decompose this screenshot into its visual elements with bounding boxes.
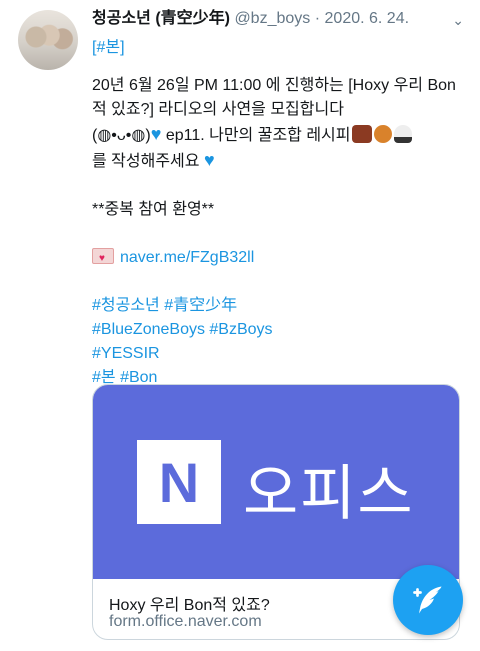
bento-emoji-icon — [351, 125, 372, 143]
tweet-date[interactable]: 2020. 6. 24. — [325, 10, 410, 27]
naver-link[interactable]: naver.me/FZgB32ll — [120, 249, 254, 266]
heart-icon: ♥ — [150, 124, 162, 144]
tweet-body: 20년 6월 26일 PM 11:00 에 진행하는 [Hoxy 우리 Bon적… — [92, 74, 462, 390]
tag-line-text[interactable]: [#본] — [92, 39, 125, 56]
body-line-3: 를 작성해주세요 ♥ — [92, 148, 462, 174]
body-line-1: 20년 6월 26일 PM 11:00 에 진행하는 [Hoxy 우리 Bon적… — [92, 77, 456, 118]
egg-emoji-icon — [373, 125, 392, 143]
compose-feather-icon — [413, 586, 442, 614]
author-handle[interactable]: @bz_boys — [234, 10, 310, 27]
hashtag-line-2[interactable]: #BlueZoneBoys #BzBoys — [92, 318, 462, 342]
recipe-text: ep11. 나만의 꿀조합 레시피 — [161, 127, 351, 144]
tweet-header: 청공소년 (青空少年) @bz_boys · 2020. 6. 24. ⌄ — [92, 9, 472, 31]
write-request-text: 를 작성해주세요 — [92, 153, 200, 170]
tag-line[interactable]: [#본] — [92, 33, 125, 57]
card-title[interactable]: Hoxy 우리 Bon적 있죠? — [109, 591, 270, 615]
link-line: naver.me/FZgB32ll — [92, 246, 462, 271]
separator: · — [314, 10, 321, 27]
welcome-text: **중복 참여 환영** — [92, 201, 215, 218]
heart-icon: ♥ — [203, 150, 215, 170]
face-emoticon: (◍•ᴗ•◍) — [92, 127, 151, 144]
office-logo-text: 오피스 — [243, 459, 415, 529]
tweet[interactable]: 청공소년 (青空少年) @bz_boys · 2020. 6. 24. ⌄ [#… — [0, 0, 480, 651]
body-line-2: (◍•ᴗ•◍)♥ ep11. 나만의 꿀조합 레시피 — [92, 122, 462, 148]
naver-n-letter: N — [158, 450, 200, 514]
avatar[interactable] — [18, 10, 78, 70]
rice-ball-emoji-icon — [393, 125, 412, 143]
card-image[interactable]: N 오피스 — [93, 385, 459, 579]
love-letter-icon — [92, 247, 114, 271]
card-url[interactable]: form.office.naver.com — [109, 613, 262, 631]
author-name[interactable]: 청공소년 (青空少年) — [92, 10, 230, 27]
naver-n-logo: N — [137, 440, 221, 524]
chevron-down-icon[interactable]: ⌄ — [452, 10, 464, 30]
compose-tweet-button[interactable] — [393, 565, 463, 635]
hashtag-line-1[interactable]: #청공소년 #青空少年 — [92, 294, 462, 318]
hashtag-line-3[interactable]: #YESSIR — [92, 342, 462, 366]
